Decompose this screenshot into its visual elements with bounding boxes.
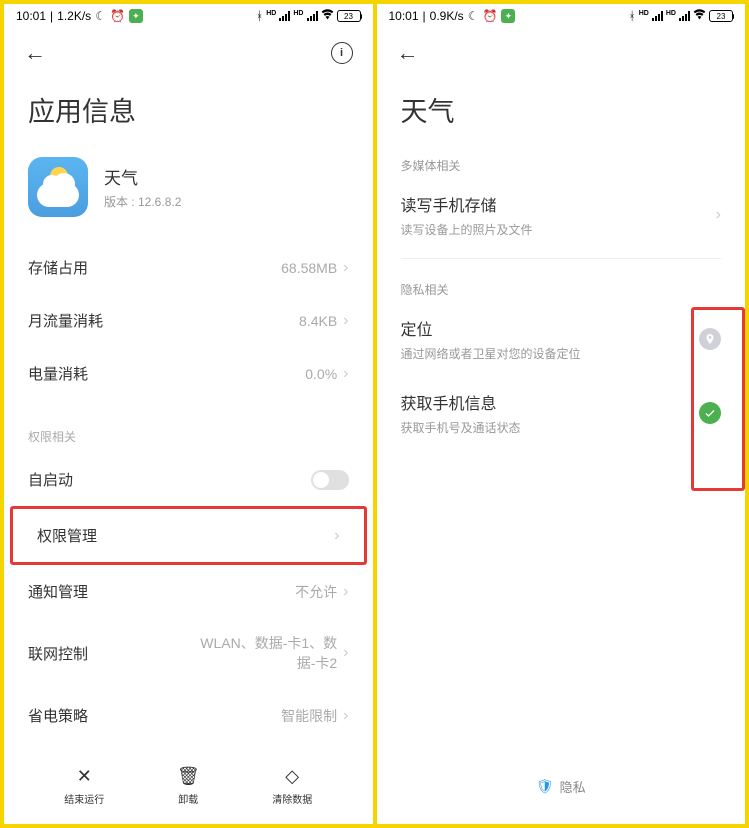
chevron-icon: › xyxy=(343,642,348,664)
chevron-icon: › xyxy=(343,707,348,725)
autostart-toggle[interactable] xyxy=(311,470,349,490)
back-button[interactable]: ← xyxy=(24,40,46,66)
app-icon xyxy=(28,157,88,217)
uninstall-button[interactable]: 🗑 卸载 xyxy=(177,766,200,806)
highlight-box xyxy=(691,307,745,491)
trash-icon: 🗑 xyxy=(177,766,200,787)
info-button[interactable]: i xyxy=(331,42,353,64)
row-network-control[interactable]: 联网控制 WLAN、数据-卡1、数据-卡2› xyxy=(4,618,373,689)
section-media-label: 多媒体相关 xyxy=(377,149,746,178)
back-button[interactable]: ← xyxy=(397,40,419,66)
row-location-permission[interactable]: 定位 通过网络或者卫星对您的设备定位 xyxy=(377,302,746,376)
hd-badge: HD xyxy=(266,10,276,17)
page-title: 天气 xyxy=(377,78,746,149)
row-autostart[interactable]: 自启动 xyxy=(4,453,373,506)
alarm-icon: ⏰ xyxy=(110,9,125,23)
chevron-icon: › xyxy=(343,583,348,601)
phone-right: 10:01 | 0.9K/s ☾ ⏰ ✦ ᚼ HD HD 23 ← 天气 多媒体… xyxy=(373,4,746,824)
wechat-icon: ✦ xyxy=(501,9,515,23)
section-privacy-label: 隐私相关 xyxy=(377,273,746,302)
wechat-icon: ✦ xyxy=(129,9,143,23)
hd-badge: HD xyxy=(639,10,649,17)
app-header: 天气 版本 : 12.6.8.2 xyxy=(4,149,373,241)
row-phone-info-permission[interactable]: 获取手机信息 获取手机号及通话状态 xyxy=(377,376,746,450)
close-icon: ✕ xyxy=(77,766,92,787)
status-time: 10:01 xyxy=(389,9,419,23)
chevron-icon: › xyxy=(343,312,348,330)
row-data-usage[interactable]: 月流量消耗 8.4KB› xyxy=(4,294,373,347)
row-permission-management[interactable]: 权限管理 › xyxy=(10,506,367,565)
force-stop-button[interactable]: ✕ 结束运行 xyxy=(64,766,104,806)
row-power-policy[interactable]: 省电策略 智能限制› xyxy=(4,689,373,742)
section-permissions-label: 权限相关 xyxy=(4,400,373,453)
status-speed: 1.2K/s xyxy=(57,9,91,23)
wifi-icon xyxy=(321,8,334,24)
chevron-icon: › xyxy=(716,206,721,224)
app-version: 版本 : 12.6.8.2 xyxy=(104,193,181,210)
chevron-icon: › xyxy=(343,259,348,277)
row-notification-management[interactable]: 通知管理 不允许› xyxy=(4,565,373,618)
signal-icon-2 xyxy=(307,11,318,21)
hd-badge-2: HD xyxy=(293,10,303,17)
chevron-icon: › xyxy=(343,365,348,383)
status-speed: 0.9K/s xyxy=(430,9,464,23)
moon-icon: ☾ xyxy=(468,9,479,23)
clear-data-button[interactable]: ◇ 清除数据 xyxy=(272,766,312,806)
alarm-icon: ⏰ xyxy=(482,9,497,23)
battery-icon: 23 xyxy=(709,10,733,22)
phone-left: 10:01 | 1.2K/s ☾ ⏰ ✦ ᚼ HD HD 23 ← i 应用信息 xyxy=(4,4,373,824)
row-battery-usage[interactable]: 电量消耗 0.0%› xyxy=(4,347,373,400)
row-storage-permission[interactable]: 读写手机存储 读写设备上的照片及文件 › xyxy=(377,178,746,252)
bluetooth-icon: ᚼ xyxy=(629,9,636,23)
chevron-icon: › xyxy=(334,527,339,545)
clear-icon: ◇ xyxy=(285,766,299,787)
status-bar: 10:01 | 0.9K/s ☾ ⏰ ✦ ᚼ HD HD 23 xyxy=(377,4,746,28)
row-storage[interactable]: 存储占用 68.58MB› xyxy=(4,241,373,294)
app-name: 天气 xyxy=(104,164,181,189)
privacy-footer-link[interactable]: 🛡 隐私 xyxy=(377,765,746,808)
moon-icon: ☾ xyxy=(95,9,106,23)
signal-icon xyxy=(279,11,290,21)
bottom-bar: ✕ 结束运行 🗑 卸载 ◇ 清除数据 xyxy=(4,754,373,824)
page-title: 应用信息 xyxy=(4,78,373,149)
hd-badge-2: HD xyxy=(666,10,676,17)
battery-icon: 23 xyxy=(337,10,361,22)
status-time: 10:01 xyxy=(16,9,46,23)
signal-icon xyxy=(652,11,663,21)
status-bar: 10:01 | 1.2K/s ☾ ⏰ ✦ ᚼ HD HD 23 xyxy=(4,4,373,28)
shield-icon: 🛡 xyxy=(536,778,554,795)
wifi-icon xyxy=(693,8,706,24)
signal-icon-2 xyxy=(679,11,690,21)
bluetooth-icon: ᚼ xyxy=(256,9,263,23)
